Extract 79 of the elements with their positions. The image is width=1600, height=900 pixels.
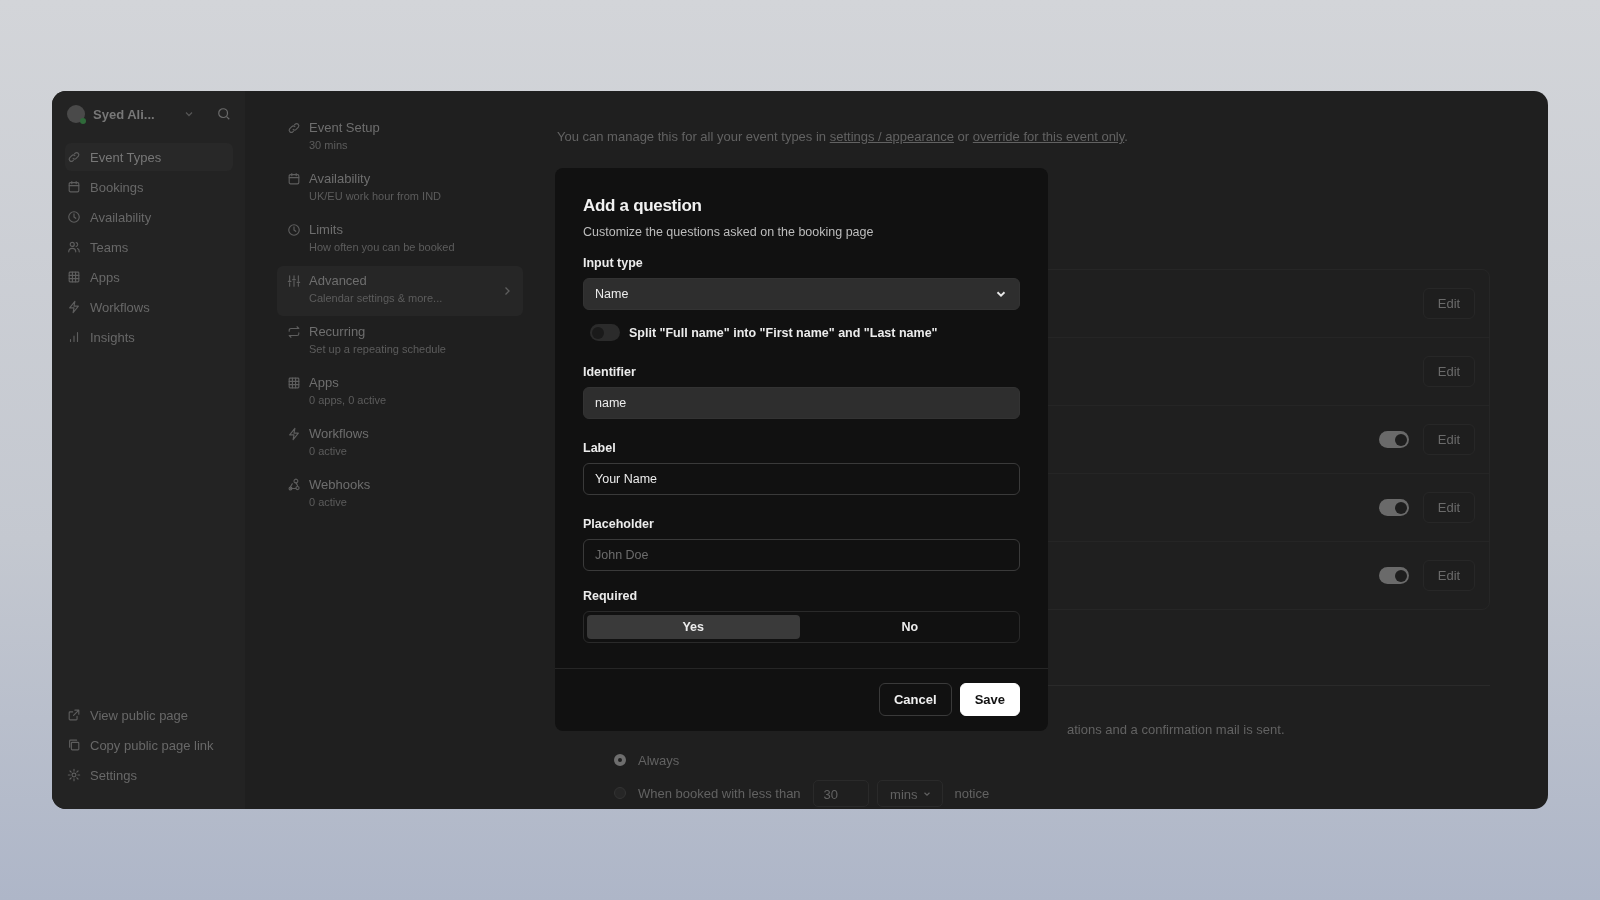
settings-nav-item[interactable]: Event Setup 30 mins bbox=[277, 113, 523, 163]
identifier-field[interactable]: name bbox=[583, 387, 1020, 419]
bar-chart-icon bbox=[67, 330, 81, 344]
option-suffix: notice bbox=[954, 785, 990, 801]
field-label: Label bbox=[583, 441, 617, 455]
search-icon[interactable] bbox=[217, 107, 231, 121]
settings-nav-item[interactable]: Availability UK/EU work hour from IND bbox=[277, 164, 523, 214]
repeat-icon bbox=[287, 325, 301, 339]
amount-field[interactable]: 30 bbox=[812, 779, 870, 807]
people-icon bbox=[67, 240, 81, 254]
edit-button[interactable]: Edit bbox=[1423, 424, 1475, 455]
label-field[interactable]: Your Name bbox=[583, 463, 1020, 495]
option-label: Always bbox=[638, 752, 680, 768]
dialog-subtitle: Customize the questions asked on the booking page bbox=[583, 225, 875, 239]
option-label: When booked with less than bbox=[638, 785, 801, 801]
radio-button[interactable] bbox=[614, 754, 626, 766]
sidebar-item[interactable]: Availability bbox=[65, 203, 233, 231]
nav-item-subtitle: 30 mins bbox=[309, 139, 349, 151]
field-label: Identifier bbox=[583, 365, 637, 379]
field-label: Required bbox=[583, 589, 639, 603]
nav-item-title: Availability bbox=[309, 171, 372, 186]
grid-icon bbox=[287, 376, 301, 390]
edit-button[interactable]: Edit bbox=[1423, 560, 1475, 591]
settings-icon bbox=[67, 768, 81, 782]
unit-dropdown[interactable]: mins bbox=[877, 779, 943, 807]
cancel-button[interactable]: Cancel bbox=[879, 683, 952, 716]
segment-option[interactable]: No bbox=[803, 615, 1016, 639]
sidebar-item[interactable]: Teams bbox=[65, 233, 233, 261]
toggle-switch[interactable] bbox=[1379, 431, 1409, 448]
sidebar-item[interactable]: Insights bbox=[65, 323, 233, 351]
clock-icon bbox=[287, 223, 301, 237]
dialog-title: Add a question bbox=[583, 196, 703, 216]
nav-item-title: Event Setup bbox=[309, 120, 381, 135]
edit-button[interactable]: Edit bbox=[1423, 492, 1475, 523]
settings-link[interactable]: settings / appearance bbox=[829, 129, 954, 144]
segment-option[interactable]: Yes bbox=[587, 615, 800, 639]
nav-item-title: Limits bbox=[309, 222, 344, 237]
save-button[interactable]: Save bbox=[959, 683, 1020, 716]
nav-item-title: Advanced bbox=[309, 273, 368, 288]
toggle-label: Split "Full name" into "First name" and "Last name" bbox=[629, 325, 938, 340]
edit-button[interactable]: Edit bbox=[1423, 356, 1475, 387]
nav-item-subtitle: UK/EU work hour from IND bbox=[309, 190, 443, 202]
clock-icon bbox=[67, 210, 81, 224]
toggle-switch[interactable] bbox=[590, 324, 620, 341]
bolt-icon bbox=[287, 427, 301, 441]
confirmation-description: ations and a confirmation mail is sent. bbox=[1067, 722, 1286, 737]
field-label: Placeholder bbox=[583, 517, 655, 531]
placeholder-field[interactable]: John Doe bbox=[583, 539, 1020, 571]
nav-item-title: Workflows bbox=[309, 426, 370, 441]
toggle-switch[interactable] bbox=[1379, 567, 1409, 584]
sidebar-link[interactable]: View public page bbox=[65, 701, 233, 729]
nav-item-title: Apps bbox=[309, 375, 340, 390]
external-link-icon bbox=[67, 708, 81, 722]
sidebar-item[interactable]: Bookings bbox=[65, 173, 233, 201]
grid-icon bbox=[67, 270, 81, 284]
link-icon bbox=[67, 150, 81, 164]
user-name[interactable]: Syed Ali... bbox=[93, 106, 175, 122]
copy-icon bbox=[67, 738, 81, 752]
calendar-icon bbox=[67, 180, 81, 194]
sidebar-item[interactable]: Workflows bbox=[65, 293, 233, 321]
sidebar-link[interactable]: Copy public page link bbox=[65, 731, 233, 759]
nav-item-subtitle: How often you can be booked bbox=[309, 241, 456, 253]
settings-nav-item[interactable]: Limits How often you can be booked bbox=[277, 215, 523, 265]
notice-text: You can manage this for all your event types in settings / appearance or override for this event only. bbox=[557, 129, 1129, 144]
input-type-dropdown[interactable]: Name bbox=[583, 278, 1020, 310]
sidebar-link[interactable]: Settings bbox=[65, 761, 233, 789]
online-status-dot bbox=[80, 118, 86, 124]
calendar-icon bbox=[287, 172, 301, 186]
field-label: Input type bbox=[583, 256, 644, 270]
webhook-icon bbox=[287, 478, 301, 492]
nav-item-title: Webhooks bbox=[309, 477, 372, 492]
sidebar-item[interactable]: Apps bbox=[65, 263, 233, 291]
nav-item-title: Recurring bbox=[309, 324, 367, 339]
link-icon bbox=[287, 121, 301, 135]
sidebar-item[interactable]: Event Types bbox=[65, 143, 233, 171]
sliders-icon bbox=[287, 274, 301, 288]
toggle-switch[interactable] bbox=[1379, 499, 1409, 516]
edit-button[interactable]: Edit bbox=[1423, 288, 1475, 319]
bolt-icon bbox=[67, 300, 81, 314]
